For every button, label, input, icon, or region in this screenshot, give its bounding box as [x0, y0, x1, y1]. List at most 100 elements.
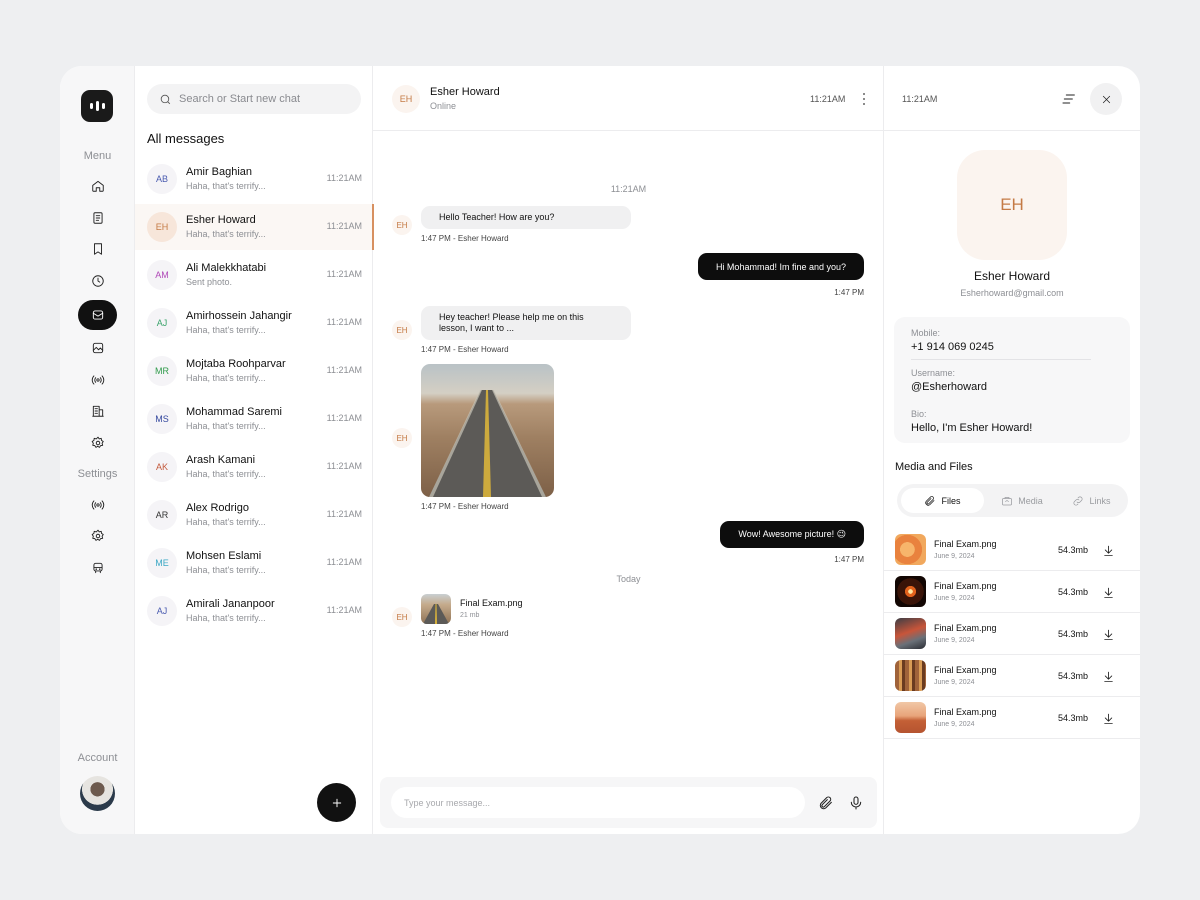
voice-button[interactable]	[847, 794, 865, 812]
download-button[interactable]	[1100, 668, 1116, 684]
settings-broadcast-button[interactable]	[78, 490, 117, 520]
profile-panel: 11:21AM EH Esher Howard Esherhoward@gmai…	[884, 66, 1140, 834]
download-button[interactable]	[1100, 710, 1116, 726]
plus-icon	[332, 798, 341, 807]
tab-media[interactable]: Media	[987, 488, 1057, 513]
nav-bookmarks-button[interactable]	[78, 234, 117, 264]
file-name: Final Exam.png	[934, 539, 997, 549]
bio-value: Hello, I'm Esher Howard!	[911, 422, 1033, 434]
contact-name: Esher Howard	[430, 86, 500, 98]
close-button[interactable]	[1090, 83, 1122, 115]
attachment-name[interactable]: Final Exam.png	[460, 598, 523, 608]
message-avatar: EH	[392, 428, 412, 448]
file-row[interactable]: Final Exam.png June 9, 2024 54.3mb	[884, 697, 1140, 739]
chat-avatar: AM	[147, 260, 177, 290]
app-logo[interactable]	[81, 90, 113, 122]
account-avatar[interactable]	[80, 776, 115, 811]
more-options-icon[interactable]	[861, 93, 867, 105]
file-thumbnail	[895, 576, 926, 607]
message-input[interactable]: Type your message...	[391, 787, 805, 818]
file-size: 54.3mb	[1058, 713, 1089, 723]
chat-name: Mohammad Saremi	[186, 406, 282, 418]
file-size: 54.3mb	[1058, 629, 1089, 639]
search-icon	[160, 94, 171, 104]
file-row[interactable]: Final Exam.png June 9, 2024 54.3mb	[884, 613, 1140, 655]
download-button[interactable]	[1100, 584, 1116, 600]
file-name: Final Exam.png	[934, 623, 997, 633]
account-label: Account	[77, 752, 118, 764]
chat-time: 11:21AM	[326, 317, 362, 327]
home-icon	[91, 180, 104, 192]
new-chat-button[interactable]	[317, 783, 356, 822]
chat-list-item[interactable]: EH Esher Howard Haha, that's terrify... 11:…	[135, 204, 374, 250]
file-row[interactable]: Final Exam.png June 9, 2024 54.3mb	[884, 571, 1140, 613]
nav-organization-button[interactable]	[78, 396, 117, 426]
bookmark-icon	[93, 243, 102, 255]
tab-links[interactable]: Links	[1059, 488, 1124, 513]
file-name: Final Exam.png	[934, 665, 997, 675]
chat-list-panel: Search or Start new chat All messages AB…	[135, 66, 374, 834]
chat-list-item[interactable]: AK Arash Kamani Haha, that's terrify... 11:…	[135, 444, 373, 490]
chat-list-item[interactable]: MS Mohammad Saremi Haha, that's terrify...…	[135, 396, 373, 442]
file-size: 54.3mb	[1058, 671, 1089, 681]
chat-list-item[interactable]: AJ Amirali Jananpoor Haha, that's terrify.…	[135, 588, 373, 634]
message-bubble-incoming: Hello Teacher! How are you?	[421, 206, 631, 229]
download-button[interactable]	[1100, 626, 1116, 642]
message-avatar: EH	[392, 320, 412, 340]
gear-icon	[91, 529, 104, 541]
profile-email[interactable]: Esherhoward@gmail.com	[884, 288, 1140, 298]
chat-name: Esher Howard	[186, 214, 256, 226]
paperclip-icon	[819, 796, 832, 810]
chat-time: 11:21AM	[326, 461, 362, 471]
chat-list-item[interactable]: MR Mojtaba Roohparvar Haha, that's terrify…	[135, 348, 373, 394]
nav-home-button[interactable]	[78, 171, 117, 201]
profile-header: 11:21AM	[884, 66, 1140, 131]
chat-time: 11:21AM	[326, 557, 362, 567]
chat-list-item[interactable]: ME Mohsen Eslami Haha, that's terrify... 11…	[135, 540, 373, 586]
tab-media-label: Media	[1018, 495, 1043, 506]
contact-avatar[interactable]: EH	[392, 85, 420, 113]
message-bubble-outgoing: Hi Mohammad! Im fine and you?	[697, 253, 864, 280]
paperclip-icon	[925, 495, 935, 506]
header-time: 11:21AM	[810, 94, 846, 104]
shared-photo-road[interactable]	[421, 364, 554, 497]
contact-status: Online	[430, 101, 457, 111]
nav-history-button[interactable]	[78, 266, 117, 296]
close-icon	[1102, 95, 1110, 103]
message-bubble-incoming: Hey teacher! Please help me on this less…	[421, 306, 631, 340]
sort-button[interactable]	[1060, 90, 1078, 108]
message-composer: Type your message...	[380, 777, 877, 828]
attach-button[interactable]	[817, 794, 835, 812]
nav-settings-button[interactable]	[78, 428, 117, 458]
chat-time: 11:21AM	[326, 269, 362, 279]
file-size: 54.3mb	[1058, 545, 1089, 555]
search-input[interactable]: Search or Start new chat	[147, 84, 361, 114]
chat-avatar: MS	[147, 404, 177, 434]
tab-files[interactable]: Files	[901, 488, 984, 513]
file-row[interactable]: Final Exam.png June 9, 2024 54.3mb	[884, 529, 1140, 571]
conversation-header: EH Esher Howard Online 11:21AM	[373, 66, 884, 131]
nav-documents-button[interactable]	[78, 203, 117, 233]
nav-gallery-button[interactable]	[78, 333, 117, 363]
file-date: June 9, 2024	[934, 595, 975, 602]
chat-preview: Haha, that's terrify...	[186, 181, 266, 191]
chat-name: Alex Rodrigo	[186, 502, 249, 514]
file-size: 54.3mb	[1058, 587, 1089, 597]
file-row[interactable]: Final Exam.png June 9, 2024 54.3mb	[884, 655, 1140, 697]
chat-name: Arash Kamani	[186, 454, 256, 466]
chat-list-item[interactable]: AB Amir Baghian Haha, that's terrify... 11:…	[135, 156, 373, 202]
file-thumbnail[interactable]	[421, 594, 451, 624]
file-thumbnail	[895, 618, 926, 649]
broadcast-icon	[91, 375, 104, 385]
chat-list-item[interactable]: AM Ali Malekkhatabi Sent photo. 11:21AM	[135, 252, 373, 298]
chat-list-item[interactable]: AJ Amirhossein Jahangir Haha, that's terri…	[135, 300, 373, 346]
file-date: June 9, 2024	[934, 721, 975, 728]
media-files-title: Media and Files	[895, 461, 973, 473]
download-button[interactable]	[1100, 542, 1116, 558]
settings-gear-button[interactable]	[78, 521, 117, 551]
nav-messages-button[interactable]	[78, 300, 117, 330]
settings-transport-button[interactable]	[78, 553, 117, 583]
chat-list-item[interactable]: AR Alex Rodrigo Haha, that's terrify... 11:…	[135, 492, 373, 538]
nav-broadcast-button[interactable]	[78, 365, 117, 395]
bus-icon	[92, 562, 103, 574]
